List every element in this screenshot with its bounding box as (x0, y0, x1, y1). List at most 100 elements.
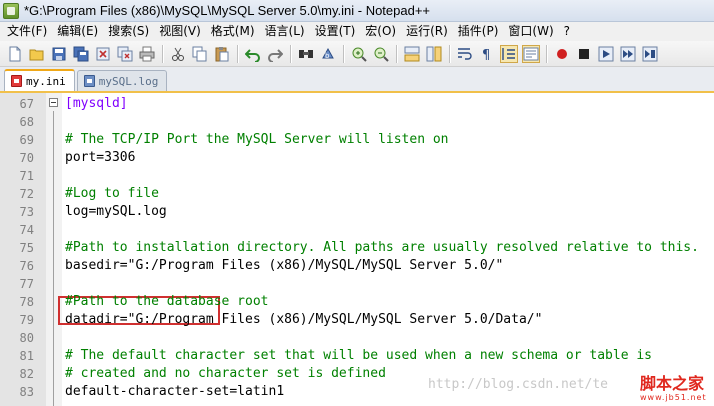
menu-language[interactable]: 语言(L) (260, 22, 310, 41)
line-number: 71 (19, 169, 34, 183)
menu-file[interactable]: 文件(F) (0, 22, 52, 41)
editor-line: 80 (0, 329, 714, 347)
redo-icon[interactable] (266, 45, 284, 63)
toolbar-separator (546, 44, 547, 63)
editor-line: 69 # The TCP/IP Port the MySQL Server wil… (0, 131, 714, 149)
toolbar-separator (290, 44, 291, 63)
line-number: 79 (19, 313, 34, 327)
editor-line: 71 (0, 167, 714, 185)
code-text: default-character-set=latin1 (65, 384, 285, 399)
tab-mysql-log[interactable]: mySQL.log (76, 70, 168, 91)
line-number: 67 (19, 97, 34, 111)
toolbar-separator (162, 44, 163, 63)
sync-vertical-icon[interactable] (403, 45, 421, 63)
play-macro-icon[interactable] (597, 45, 615, 63)
toolbar-separator (396, 44, 397, 63)
open-file-icon[interactable] (28, 45, 46, 63)
line-number: 73 (19, 205, 34, 219)
cut-icon[interactable] (169, 45, 187, 63)
save-all-icon[interactable] (72, 45, 90, 63)
menu-run[interactable]: 运行(R) (401, 22, 453, 41)
menu-edit[interactable]: 编辑(E) (52, 22, 103, 41)
code-text: basedir="G:/Program Files (x86)/MySQL/My… (65, 258, 504, 273)
line-number: 72 (19, 187, 34, 201)
zoom-out-icon[interactable] (372, 45, 390, 63)
menu-settings[interactable]: 设置(T) (310, 22, 361, 41)
editor-line: 79 datadir="G:/Program Files (x86)/MySQL/… (0, 311, 714, 329)
tab-label: my.ini (26, 74, 66, 88)
save-icon[interactable] (50, 45, 68, 63)
code-text: #Path to installation directory. All pat… (65, 240, 699, 255)
find-icon[interactable] (297, 45, 315, 63)
editor-line: 74 (0, 221, 714, 239)
saved-file-icon (83, 75, 95, 87)
line-number: 78 (19, 295, 34, 309)
menu-format[interactable]: 格式(M) (206, 22, 260, 41)
watermark-url: http://blog.csdn.net/te (428, 377, 609, 392)
replace-icon[interactable]: b (319, 45, 337, 63)
undo-icon[interactable] (244, 45, 262, 63)
editor-line: 81 # The default character set that will … (0, 347, 714, 365)
unsaved-file-icon (11, 75, 22, 87)
notepad-plus-plus-icon (3, 2, 19, 19)
tab-label: mySQL.log (98, 74, 159, 88)
document-tab-bar: my.ini mySQL.log (0, 67, 714, 93)
stop-record-icon[interactable] (575, 45, 593, 63)
line-number: 83 (19, 385, 34, 399)
word-wrap-icon[interactable] (456, 45, 474, 63)
code-text: port=3306 (65, 150, 136, 165)
toolbar-separator (237, 44, 238, 63)
line-number: 82 (19, 367, 34, 381)
editor-line: 76 basedir="G:/Program Files (x86)/MySQL/… (0, 257, 714, 275)
zoom-in-icon[interactable] (350, 45, 368, 63)
toolbar-separator (449, 44, 450, 63)
copy-icon[interactable] (191, 45, 209, 63)
svg-text:¶: ¶ (482, 48, 490, 62)
menu-macro[interactable]: 宏(O) (360, 22, 401, 41)
line-number: 68 (19, 115, 34, 129)
editor-line: 73 log=mySQL.log (0, 203, 714, 221)
tab-my-ini[interactable]: my.ini (4, 69, 75, 91)
text-editor[interactable]: 67 [mysqld] 68 69 # The TCP/IP Port the MySQ… (0, 93, 714, 406)
menu-view[interactable]: 视图(V) (154, 22, 206, 41)
code-text: # created and no character set is define… (65, 366, 386, 381)
new-file-icon[interactable] (6, 45, 24, 63)
code-text: #Path to the database root (65, 294, 269, 309)
code-text: # The default character set that will be… (65, 348, 652, 363)
code-text: [mysqld] (65, 96, 128, 111)
line-number: 70 (19, 151, 34, 165)
code-text: #Log to file (65, 186, 159, 201)
paste-icon[interactable] (213, 45, 231, 63)
record-macro-icon[interactable] (553, 45, 571, 63)
line-number: 76 (19, 259, 34, 273)
close-icon[interactable] (94, 45, 112, 63)
close-all-icon[interactable] (116, 45, 134, 63)
show-all-chars-icon[interactable]: ¶ (478, 45, 496, 63)
editor-line: 70 port=3306 (0, 149, 714, 167)
sync-horizontal-icon[interactable] (425, 45, 443, 63)
menu-search[interactable]: 搜索(S) (103, 22, 154, 41)
menu-bar: 文件(F) 编辑(E) 搜索(S) 视图(V) 格式(M) 语言(L) 设置(T) 宏(O) 运… (0, 22, 714, 41)
menu-window[interactable]: 窗口(W) (503, 22, 558, 41)
print-icon[interactable] (138, 45, 156, 63)
line-number: 74 (19, 223, 34, 237)
menu-plugins[interactable]: 插件(P) (453, 22, 504, 41)
editor-line: 78 #Path to the database root (0, 293, 714, 311)
toolbar-separator (343, 44, 344, 63)
code-text: # The TCP/IP Port the MySQL Server will … (65, 132, 449, 147)
menu-help[interactable]: ? (559, 22, 575, 41)
code-text: log=mySQL.log (65, 204, 167, 219)
line-number: 80 (19, 331, 34, 345)
editor-line: 77 (0, 275, 714, 293)
window-title: *G:\Program Files (x86)\MySQL\MySQL Serv… (24, 3, 431, 18)
line-number: 69 (19, 133, 34, 147)
svg-text:b: b (325, 52, 330, 60)
editor-line: 68 (0, 113, 714, 131)
run-macro-multiple-icon[interactable] (619, 45, 637, 63)
save-macro-icon[interactable] (641, 45, 659, 63)
indent-guide-icon[interactable] (500, 44, 518, 63)
line-number: 77 (19, 277, 34, 291)
brand-watermark: 脚本之家 www.jb51.net (640, 375, 714, 406)
folder-as-workspace-icon[interactable] (522, 44, 540, 63)
line-number: 81 (19, 349, 34, 363)
